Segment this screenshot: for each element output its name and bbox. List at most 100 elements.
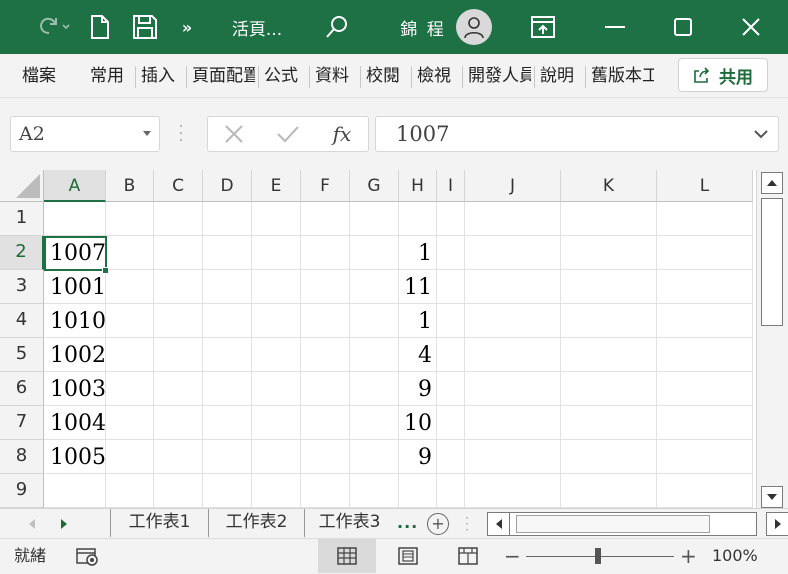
tab-view[interactable]: 檢視 — [417, 54, 459, 98]
cell-d2[interactable] — [203, 236, 252, 270]
cell-l4[interactable] — [657, 304, 753, 338]
cell-i1[interactable] — [437, 202, 465, 236]
cell-h1[interactable] — [399, 202, 437, 236]
cell-d1[interactable] — [203, 202, 252, 236]
more-sheets-button[interactable]: ... — [397, 509, 418, 539]
cell-i6[interactable] — [437, 372, 465, 406]
cell-b4[interactable] — [106, 304, 154, 338]
cell-l6[interactable] — [657, 372, 753, 406]
zoom-in-button[interactable]: + — [680, 539, 697, 573]
cell-f5[interactable] — [301, 338, 350, 372]
maximize-button[interactable] — [668, 0, 698, 54]
cell-h9[interactable] — [399, 474, 437, 508]
cell-b8[interactable] — [106, 440, 154, 474]
column-header-i[interactable]: I — [437, 170, 465, 202]
cell-k6[interactable] — [561, 372, 657, 406]
tab-splitter-handle-icon[interactable]: · · · — [464, 512, 470, 536]
tab-home[interactable]: 常用 — [90, 54, 132, 98]
cell-a8[interactable]: 1005 — [44, 440, 106, 474]
tab-developer[interactable]: 開發人員 — [468, 54, 531, 98]
cell-j4[interactable] — [465, 304, 561, 338]
tab-file[interactable]: 檔案 — [22, 54, 66, 98]
sheet-tab-3[interactable]: 工作表3 — [304, 509, 394, 537]
cell-d7[interactable] — [203, 406, 252, 440]
horizontal-scrollbar[interactable] — [487, 512, 788, 536]
cell-a6[interactable]: 1003 — [44, 372, 106, 406]
cell-h6[interactable]: 9 — [399, 372, 437, 406]
cell-c1[interactable] — [154, 202, 203, 236]
splitter-handle-icon[interactable]: · · · — [178, 120, 184, 148]
cell-f8[interactable] — [301, 440, 350, 474]
cell-k2[interactable] — [561, 236, 657, 270]
cell-h4[interactable]: 1 — [399, 304, 437, 338]
cell-c3[interactable] — [154, 270, 203, 304]
column-header-c[interactable]: C — [154, 170, 203, 202]
cell-i9[interactable] — [437, 474, 465, 508]
cell-f6[interactable] — [301, 372, 350, 406]
cell-h7[interactable]: 10 — [399, 406, 437, 440]
tab-review[interactable]: 校閱 — [366, 54, 408, 98]
scroll-left-button[interactable] — [488, 513, 510, 535]
zoom-slider-thumb[interactable] — [595, 548, 601, 564]
cell-c8[interactable] — [154, 440, 203, 474]
cell-j3[interactable] — [465, 270, 561, 304]
cell-b5[interactable] — [106, 338, 154, 372]
row-header-6[interactable]: 6 — [0, 372, 44, 406]
cell-h5[interactable]: 4 — [399, 338, 437, 372]
cell-g5[interactable] — [350, 338, 399, 372]
cell-b2[interactable] — [106, 236, 154, 270]
scroll-down-button[interactable] — [761, 486, 783, 508]
cell-b7[interactable] — [106, 406, 154, 440]
cell-g7[interactable] — [350, 406, 399, 440]
cell-k5[interactable] — [561, 338, 657, 372]
add-sheet-button[interactable]: + — [427, 513, 449, 535]
spreadsheet-grid[interactable]: A B C D E F G H I J K L 1 2 1007 1 3 1001 11 4 1010 1 5 1002 4 6 1… — [0, 170, 756, 508]
cell-e4[interactable] — [252, 304, 301, 338]
new-file-button[interactable] — [86, 0, 114, 54]
select-all-button[interactable] — [0, 170, 44, 202]
cell-k8[interactable] — [561, 440, 657, 474]
cell-c9[interactable] — [154, 474, 203, 508]
cell-b9[interactable] — [106, 474, 154, 508]
cell-h8[interactable]: 9 — [399, 440, 437, 474]
cell-b6[interactable] — [106, 372, 154, 406]
cell-l3[interactable] — [657, 270, 753, 304]
column-header-b[interactable]: B — [106, 170, 154, 202]
cell-a7[interactable]: 1004 — [44, 406, 106, 440]
cell-l7[interactable] — [657, 406, 753, 440]
column-header-j[interactable]: J — [465, 170, 561, 202]
cell-g8[interactable] — [350, 440, 399, 474]
cell-e1[interactable] — [252, 202, 301, 236]
row-header-1[interactable]: 1 — [0, 202, 44, 236]
cell-g4[interactable] — [350, 304, 399, 338]
cell-g6[interactable] — [350, 372, 399, 406]
cell-b3[interactable] — [106, 270, 154, 304]
cell-l1[interactable] — [657, 202, 753, 236]
column-header-e[interactable]: E — [252, 170, 301, 202]
cell-j6[interactable] — [465, 372, 561, 406]
cell-a4[interactable]: 1010 — [44, 304, 106, 338]
cell-l2[interactable] — [657, 236, 753, 270]
vertical-scroll-thumb[interactable] — [761, 198, 783, 326]
chevron-down-icon[interactable] — [754, 127, 768, 141]
cell-j7[interactable] — [465, 406, 561, 440]
share-button[interactable]: 共用 — [678, 58, 768, 92]
user-name[interactable]: 錦 程 — [398, 0, 448, 54]
cell-a9[interactable] — [44, 474, 106, 508]
close-button[interactable] — [736, 0, 766, 54]
row-header-3[interactable]: 3 — [0, 270, 44, 304]
cell-e7[interactable] — [252, 406, 301, 440]
insert-function-button[interactable]: fx — [322, 117, 362, 151]
cell-h3[interactable]: 11 — [399, 270, 437, 304]
row-header-5[interactable]: 5 — [0, 338, 44, 372]
confirm-entry-button[interactable] — [268, 117, 308, 151]
workbook-title[interactable]: 活頁... — [222, 0, 292, 54]
cell-c6[interactable] — [154, 372, 203, 406]
page-break-preview-button[interactable] — [454, 539, 482, 573]
accessibility-button[interactable] — [74, 539, 102, 573]
cell-g2[interactable] — [350, 236, 399, 270]
cell-l9[interactable] — [657, 474, 753, 508]
cell-k7[interactable] — [561, 406, 657, 440]
cell-b1[interactable] — [106, 202, 154, 236]
vertical-scrollbar[interactable] — [756, 170, 788, 508]
